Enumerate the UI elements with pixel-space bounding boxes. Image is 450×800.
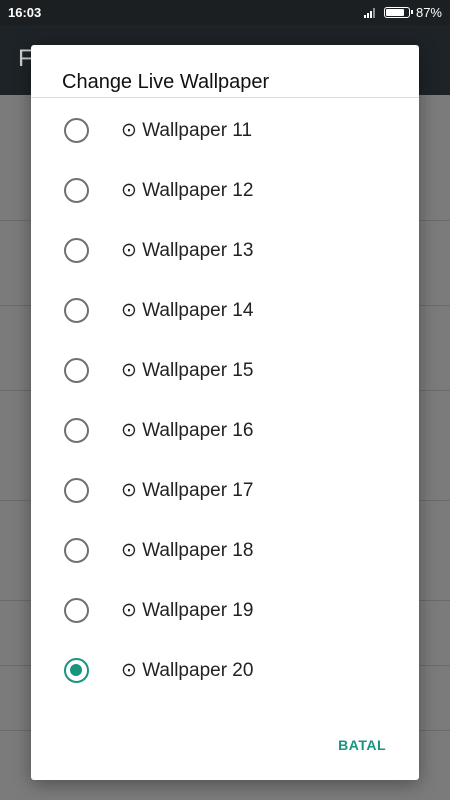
dialog-title: Change Live Wallpaper bbox=[62, 71, 270, 93]
wallpaper-option[interactable]: ⊙ Wallpaper 11 bbox=[31, 100, 419, 160]
radio-unchecked-icon[interactable] bbox=[64, 117, 89, 143]
battery-icon bbox=[383, 7, 413, 18]
wallpaper-option[interactable]: ⊙ Wallpaper 17 bbox=[31, 460, 419, 520]
wallpaper-option-label: ⊙ Wallpaper 11 bbox=[121, 119, 253, 141]
wallpaper-option-label: ⊙ Wallpaper 17 bbox=[121, 479, 254, 501]
radio-unchecked-icon[interactable] bbox=[64, 357, 89, 383]
status-time: 16:03 bbox=[8, 5, 42, 20]
status-bar: 16:03 87% bbox=[0, 0, 450, 25]
radio-unchecked-icon[interactable] bbox=[64, 477, 89, 503]
radio-unchecked-icon[interactable] bbox=[64, 297, 89, 323]
radio-checked-icon[interactable] bbox=[64, 657, 89, 683]
wallpaper-option-label: ⊙ Wallpaper 19 bbox=[121, 599, 254, 621]
radio-unchecked-icon[interactable] bbox=[64, 597, 89, 623]
cancel-button[interactable]: BATAL bbox=[338, 737, 386, 753]
dialog-divider bbox=[31, 97, 419, 98]
wallpaper-option-label: ⊙ Wallpaper 20 bbox=[121, 659, 254, 681]
wallpaper-option[interactable]: ⊙ Wallpaper 18 bbox=[31, 520, 419, 580]
wallpaper-option-label: ⊙ Wallpaper 15 bbox=[121, 359, 254, 381]
wallpaper-option-label: ⊙ Wallpaper 18 bbox=[121, 539, 254, 561]
radio-unchecked-icon[interactable] bbox=[64, 177, 89, 203]
radio-unchecked-icon[interactable] bbox=[64, 237, 89, 263]
signal-icon bbox=[363, 7, 378, 18]
wallpaper-option[interactable]: ⊙ Wallpaper 12 bbox=[31, 160, 419, 220]
change-live-wallpaper-dialog: Change Live Wallpaper ⊙ Wallpaper 11 ⊙ Wa… bbox=[31, 45, 419, 780]
radio-unchecked-icon[interactable] bbox=[64, 537, 89, 563]
battery-percent: 87% bbox=[415, 5, 442, 20]
wallpaper-option[interactable]: ⊙ Wallpaper 15 bbox=[31, 340, 419, 400]
status-right: 87% bbox=[363, 5, 442, 20]
radio-unchecked-icon[interactable] bbox=[64, 417, 89, 443]
wallpaper-option[interactable]: ⊙ Wallpaper 20 bbox=[31, 640, 419, 700]
wallpaper-option[interactable]: ⊙ Wallpaper 13 bbox=[31, 220, 419, 280]
wallpaper-option[interactable]: ⊙ Wallpaper 19 bbox=[31, 580, 419, 640]
wallpaper-option-label: ⊙ Wallpaper 12 bbox=[121, 179, 254, 201]
wallpaper-option-label: ⊙ Wallpaper 14 bbox=[121, 299, 254, 321]
wallpaper-options-list: ⊙ Wallpaper 11 ⊙ Wallpaper 12 ⊙ Wallpaper … bbox=[31, 100, 419, 700]
wallpaper-option-label: ⊙ Wallpaper 13 bbox=[121, 239, 254, 261]
wallpaper-option[interactable]: ⊙ Wallpaper 16 bbox=[31, 400, 419, 460]
wallpaper-option-label: ⊙ Wallpaper 16 bbox=[121, 419, 254, 441]
wallpaper-option[interactable]: ⊙ Wallpaper 14 bbox=[31, 280, 419, 340]
